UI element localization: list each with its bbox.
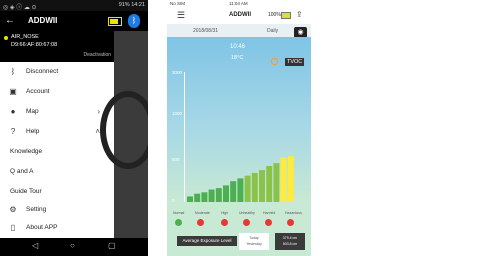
right-phone-screen: No SIM 11:04 AM ☰ ADDWII 100% ⇪ 2018/08/…: [167, 0, 311, 256]
menu-item-account[interactable]: ▣ Account: [0, 82, 114, 102]
unhealthy-face-icon: [243, 219, 250, 226]
menu-item-map[interactable]: ● Map ›: [0, 102, 114, 122]
help-icon: ?: [10, 127, 16, 136]
menu-item-guide-tour[interactable]: Guide Tour: [0, 182, 114, 202]
menu-item-disconnect[interactable]: ᛒ Disconnect: [0, 62, 114, 82]
drawer-menu: ᛒ Disconnect ▣ Account ● Map › ? Help ˄ …: [0, 62, 114, 238]
high-face-icon: [221, 219, 228, 226]
chart-bar: [208, 189, 215, 202]
recents-nav-icon[interactable]: ▢: [108, 241, 116, 250]
account-icon: ▣: [9, 87, 17, 96]
device-mac: D9:66:AF:80:67:08: [11, 42, 58, 48]
back-arrow-icon[interactable]: ←: [5, 15, 15, 26]
harmful-face-icon: [265, 219, 272, 226]
menu-item-q-and-a[interactable]: Q and A: [0, 162, 114, 182]
chart-bar: [215, 188, 222, 202]
average-exposure-button[interactable]: Average Exposure Level: [177, 236, 237, 246]
app-title: ADDWII: [28, 16, 58, 25]
chart-bar: [280, 157, 287, 202]
exposure-values-card: 379.4 cm 503.8 cm: [275, 233, 305, 250]
chart-bar: [194, 193, 201, 202]
menu-item-setting[interactable]: ⚙ Setting: [0, 200, 114, 220]
menu-item-about-app[interactable]: ▯ About APP: [0, 218, 114, 238]
chart-bar: [244, 175, 251, 202]
back-nav-icon[interactable]: ◁: [32, 241, 38, 250]
menu-item-knowledge[interactable]: Knowledge: [0, 142, 114, 162]
bluetooth-icon: ᛒ: [10, 67, 16, 76]
status-bar: ◎ ◈ ⓘ ☁ ⊙ 91% 14:21: [0, 0, 148, 11]
deactivation-link[interactable]: Deactivation: [83, 52, 111, 58]
map-pin-icon: ●: [10, 107, 16, 116]
phone-icon: ▯: [10, 223, 16, 232]
dimmed-background[interactable]: [100, 31, 148, 238]
today-yesterday-card[interactable]: Today Yesterday: [239, 233, 269, 250]
status-time: 91% 14:21: [118, 2, 145, 8]
chart-bar: [237, 178, 244, 202]
home-nav-icon[interactable]: ○: [70, 241, 75, 250]
chart-bar: [266, 165, 273, 202]
android-nav-bar: ◁ ○ ▢: [0, 238, 148, 256]
normal-face-icon: [175, 219, 182, 226]
chevron-right-icon: ›: [97, 107, 100, 116]
hazardous-face-icon: [287, 219, 294, 226]
gauge-ring: [100, 91, 148, 169]
device-name: AIR_NOSE: [11, 34, 39, 40]
device-status-dot: [4, 36, 8, 40]
chart-bar: [230, 181, 237, 202]
chart-bar: [273, 163, 280, 202]
chart-bar: [223, 185, 229, 202]
gear-icon: ⚙: [9, 205, 17, 214]
app-header: ← ADDWII ᛒ: [0, 11, 148, 31]
menu-item-help[interactable]: ? Help ˄: [0, 122, 114, 142]
level-labels: Normal Moderate High Unhealthy Harmful H…: [173, 211, 302, 215]
moderate-face-icon: [197, 219, 204, 226]
chart-bar: [201, 192, 208, 202]
device-info: AIR_NOSE D9:66:AF:80:67:08 Deactivation: [0, 31, 114, 62]
battery-icon: [108, 17, 122, 26]
notification-icon: ◎ ◈ ⓘ ☁ ⊙: [3, 5, 37, 11]
chart-bar: [259, 170, 265, 202]
left-phone-screen: ◎ ◈ ⓘ ☁ ⊙ 91% 14:21 ← ADDWII ᛒ AIR_NOSE …: [0, 0, 148, 256]
chart-bar: [287, 156, 294, 202]
bluetooth-icon[interactable]: ᛒ: [128, 14, 140, 28]
chart-bar: [251, 172, 258, 202]
